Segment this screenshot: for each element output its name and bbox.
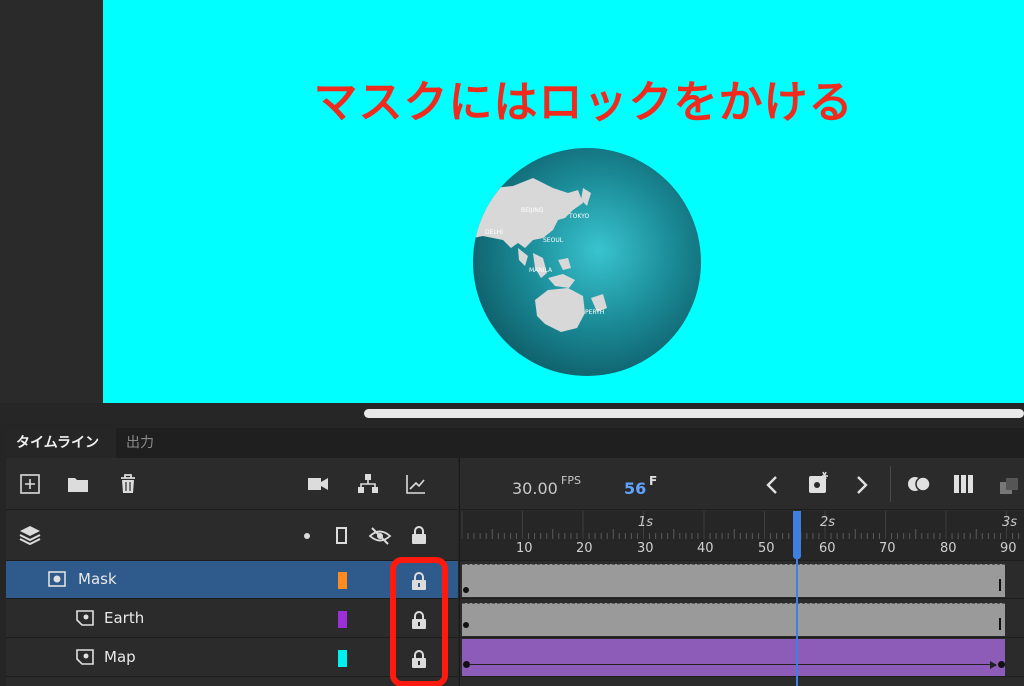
globe-label-perth: PERTH [585,309,604,316]
stage-canvas[interactable]: マスクにはロックをかける BEIJING TOKYO DELHI SEOUL M… [103,0,1024,403]
camera-icon[interactable] [306,472,330,496]
globe-graphic: BEIJING TOKYO DELHI SEOUL MANILA PERTH [473,148,701,376]
tween-arrow-line [470,664,996,665]
tween-arrow-head [990,661,997,669]
layer-color-chip[interactable] [338,572,347,589]
ruler-frame-number: 50 [758,541,775,556]
timeline-panel: 30.00 FPS 56 F 1s 2s 3s 10 20 30 40 50 6… [459,458,1024,686]
globe-label-tokyo: TOKYO [568,213,589,220]
keyframe-dot[interactable] [998,661,1005,668]
edit-multiple-frames-icon[interactable] [952,473,976,495]
layer-name[interactable]: Earth [104,609,144,627]
onion-skin-icon[interactable] [906,473,932,495]
layer-toolbar [6,458,458,510]
insert-keyframe-icon[interactable] [806,470,832,496]
frame-span[interactable] [462,603,1005,636]
frame-ruler[interactable]: 1s 2s 3s 10 20 30 40 50 60 70 80 90 [460,511,1024,561]
masked-layer-icon [76,649,94,665]
ruler-frame-number: 60 [819,541,836,556]
current-frame-value[interactable]: 56 [624,479,646,498]
layer-name[interactable]: Mask [78,570,117,588]
end-frame-marker [999,618,1001,630]
motion-tween-span[interactable] [462,639,1005,676]
layer-color-chip[interactable] [338,611,347,628]
ruler-second-label: 1s [638,515,654,530]
ruler-frame-number: 30 [637,541,654,556]
ruler-frame-number: 20 [576,541,593,556]
toolbar-divider [890,466,891,502]
ruler-second-label: 3s [1002,515,1018,530]
track-map[interactable] [460,639,1024,677]
new-folder-icon[interactable] [66,472,90,496]
timeline-toolbar: 30.00 FPS 56 F [460,458,1024,510]
ruler-frame-number: 40 [697,541,714,556]
parenting-icon[interactable] [356,472,380,496]
tab-timeline[interactable]: タイムライン [6,428,116,458]
stage-scrollbar-thumb[interactable] [364,409,1024,418]
masked-layer-icon [76,610,94,626]
outline-icon[interactable] [336,527,347,544]
pasteboard [0,0,103,403]
end-frame-marker [999,579,1001,591]
sync-icon[interactable] [998,476,1020,496]
lock-icon[interactable] [410,525,428,545]
ruler-frame-number: 10 [516,541,533,556]
keyframe-dot[interactable] [463,587,469,593]
ruler-frame-number: 80 [940,541,957,556]
graph-icon[interactable] [404,472,428,496]
new-layer-icon[interactable] [18,472,42,496]
playhead[interactable] [793,511,801,559]
stage-title: マスクにはロックをかける [313,77,854,128]
panel-tabs: タイムライン 出力 [6,428,1024,458]
keyframe-dot[interactable] [463,661,470,668]
globe-label-beijing: BEIJING [521,207,544,214]
next-keyframe-icon[interactable] [854,474,870,496]
animate-window: マスクにはロックをかける BEIJING TOKYO DELHI SEOUL M… [0,0,1024,686]
lock-column-highlight [390,557,448,686]
fps-label: FPS [561,474,581,487]
fps-value[interactable]: 30.00 [512,479,558,498]
keyframe-dot[interactable] [463,622,469,628]
globe-label-seoul: SEOUL [543,237,564,244]
trash-icon[interactable] [116,472,140,496]
globe-label-delhi: DELHI [485,229,503,236]
ruler-frame-number: 90 [1000,541,1017,556]
globe-label-manila: MANILA [529,267,553,274]
track-mask[interactable] [460,561,1024,599]
ruler-frame-number: 70 [879,541,896,556]
tab-output[interactable]: 出力 [116,428,176,458]
ruler-second-label: 2s [820,515,836,530]
frame-span[interactable] [462,564,1005,597]
layer-name[interactable]: Map [104,648,136,666]
mask-layer-icon [48,571,66,587]
eye-hidden-icon[interactable] [368,525,392,547]
prev-keyframe-icon[interactable] [764,474,780,496]
track-earth[interactable] [460,600,1024,638]
frame-label: F [649,474,658,488]
layer-header [6,511,458,561]
dot-icon[interactable] [304,533,310,539]
layers-icon[interactable] [18,523,42,547]
layer-color-chip[interactable] [338,650,347,667]
